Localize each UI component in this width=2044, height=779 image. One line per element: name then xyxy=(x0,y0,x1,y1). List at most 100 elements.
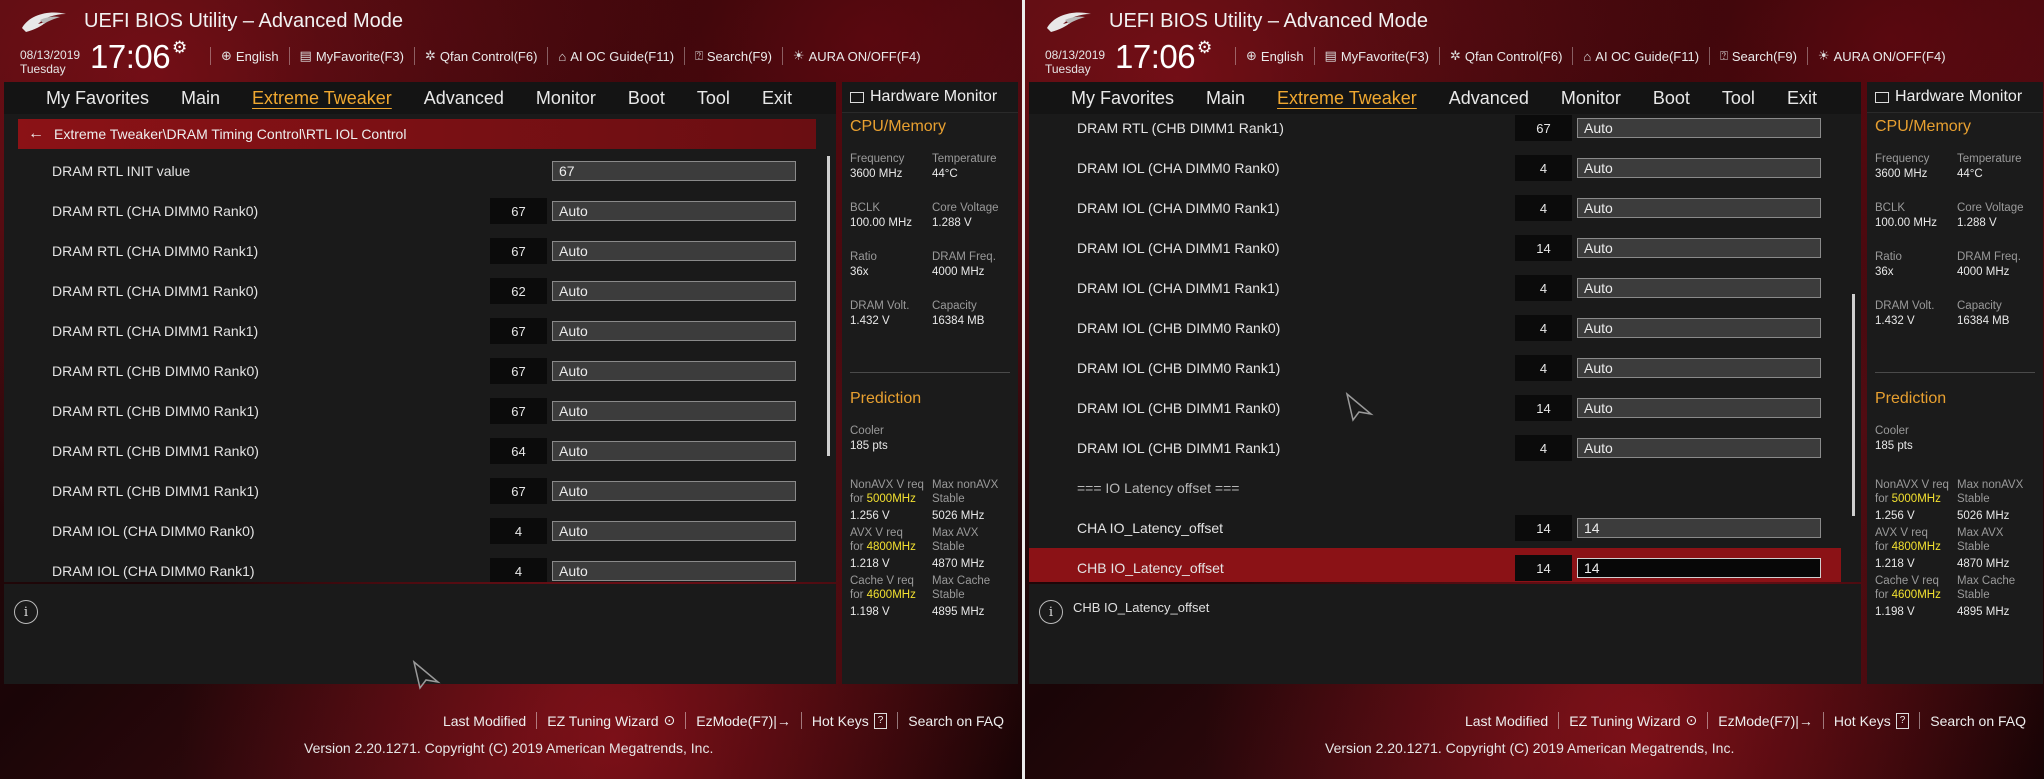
current-value: 67 xyxy=(490,198,547,224)
tab-extreme-tweaker[interactable]: Extreme Tweaker xyxy=(236,88,408,109)
prediction-label: NonAVX V req xyxy=(1875,479,1949,491)
ez-tuning-wizard-button[interactable]: EZ Tuning Wizard ⊙ xyxy=(536,712,685,729)
current-value: 14 xyxy=(1515,555,1572,581)
gear-icon[interactable]: ⚙ xyxy=(1197,38,1212,58)
ezmode-button[interactable]: EzMode(F7)|→ xyxy=(685,712,801,729)
qfan-button[interactable]: ✲ Qfan Control(F6) xyxy=(413,47,547,65)
setting-row[interactable]: DRAM IOL (CHA DIMM1 Rank0) 14 Auto xyxy=(1029,228,1841,268)
myfavorite-button[interactable]: ▤ MyFavorite(F3) xyxy=(288,47,414,65)
scrollbar[interactable] xyxy=(1852,294,1855,516)
tab-my-favorites[interactable]: My Favorites xyxy=(1029,88,1190,109)
reading-value: 4000 MHz xyxy=(932,266,985,278)
header: UEFI BIOS Utility – Advanced Mode 08/13/… xyxy=(1025,0,2044,80)
setting-value-field[interactable]: Auto xyxy=(1577,238,1821,258)
scrollbar[interactable] xyxy=(827,156,830,456)
setting-row[interactable]: DRAM RTL (CHB DIMM1 Rank0) 64 Auto xyxy=(4,431,816,471)
myfavorite-button[interactable]: ▤ MyFavorite(F3) xyxy=(1313,47,1439,65)
tab-my-favorites[interactable]: My Favorites xyxy=(4,88,165,109)
setting-row[interactable]: DRAM RTL (CHA DIMM1 Rank0) 62 Auto xyxy=(4,271,816,311)
prediction-for-label: for xyxy=(850,589,864,601)
setting-value-field[interactable]: Auto xyxy=(552,441,796,461)
gear-icon[interactable]: ⚙ xyxy=(172,38,187,58)
setting-row[interactable]: DRAM IOL (CHA DIMM0 Rank0) 4 Auto xyxy=(1029,148,1841,188)
setting-value-field[interactable]: Auto xyxy=(1577,438,1821,458)
ez-tuning-wizard-button[interactable]: EZ Tuning Wizard ⊙ xyxy=(1558,712,1707,729)
setting-value-field[interactable]: Auto xyxy=(552,241,796,261)
breadcrumb[interactable]: ← Extreme Tweaker\DRAM Timing Control\RT… xyxy=(18,119,816,149)
hot-keys-button[interactable]: Hot Keys? xyxy=(1822,712,1919,729)
setting-value-field[interactable]: Auto xyxy=(552,321,796,341)
search-faq-button[interactable]: Search on FAQ xyxy=(1919,712,2036,729)
setting-row[interactable]: DRAM RTL (CHA DIMM0 Rank0) 67 Auto xyxy=(4,191,816,231)
setting-row[interactable]: DRAM RTL (CHA DIMM1 Rank1) 67 Auto xyxy=(4,311,816,351)
setting-value-field[interactable]: Auto xyxy=(1577,318,1821,338)
tab-boot[interactable]: Boot xyxy=(1637,88,1706,109)
setting-value-field[interactable]: 67 xyxy=(552,161,796,181)
tab-tool[interactable]: Tool xyxy=(1706,88,1771,109)
ai-oc-guide-button[interactable]: ⌂ AI OC Guide(F11) xyxy=(1572,47,1709,65)
setting-row[interactable]: DRAM IOL (CHA DIMM0 Rank0) 4 Auto xyxy=(4,511,816,551)
current-value: 14 xyxy=(1515,235,1572,261)
setting-value-field[interactable]: Auto xyxy=(552,361,796,381)
tab-advanced[interactable]: Advanced xyxy=(408,88,520,109)
tab-extreme-tweaker[interactable]: Extreme Tweaker xyxy=(1261,88,1433,109)
search-button[interactable]: ⍰ Search(F9) xyxy=(684,47,782,65)
last-modified-button[interactable]: Last Modified xyxy=(433,712,536,729)
setting-value-field[interactable]: Auto xyxy=(552,481,796,501)
setting-value-field[interactable]: Auto xyxy=(1577,198,1821,218)
tab-monitor[interactable]: Monitor xyxy=(520,88,612,109)
reading-label: BCLK xyxy=(850,202,881,214)
language-button[interactable]: ⊕ English xyxy=(210,47,289,65)
language-button[interactable]: ⊕ English xyxy=(1235,47,1314,65)
setting-row[interactable]: DRAM RTL (CHB DIMM0 Rank1) 67 Auto xyxy=(4,391,816,431)
hot-keys-button[interactable]: Hot Keys? xyxy=(800,712,897,729)
setting-value-field[interactable]: Auto xyxy=(552,561,796,581)
setting-row[interactable]: DRAM IOL (CHB DIMM1 Rank0) 14 Auto xyxy=(1029,388,1841,428)
tab-exit[interactable]: Exit xyxy=(1771,88,1833,109)
max-stable-label: Max AVX xyxy=(1957,527,2004,539)
setting-row[interactable]: CHB IO_Latency_offset 14 14 xyxy=(1029,548,1841,582)
tab-tool[interactable]: Tool xyxy=(681,88,746,109)
setting-row[interactable]: DRAM RTL (CHB DIMM1 Rank1) 67 Auto xyxy=(1029,114,1841,148)
setting-row[interactable]: DRAM IOL (CHA DIMM1 Rank1) 4 Auto xyxy=(1029,268,1841,308)
last-modified-button[interactable]: Last Modified xyxy=(1455,712,1558,729)
setting-row[interactable]: DRAM RTL (CHA DIMM0 Rank1) 67 Auto xyxy=(4,231,816,271)
setting-row[interactable]: DRAM IOL (CHA DIMM0 Rank1) 4 Auto xyxy=(4,551,816,582)
ezmode-button[interactable]: EzMode(F7)|→ xyxy=(1707,712,1823,729)
setting-value-field[interactable]: Auto xyxy=(552,521,796,541)
setting-row[interactable]: DRAM IOL (CHB DIMM0 Rank0) 4 Auto xyxy=(1029,308,1841,348)
ai-oc-guide-button[interactable]: ⌂ AI OC Guide(F11) xyxy=(547,47,684,65)
setting-value-field[interactable]: Auto xyxy=(552,281,796,301)
setting-value-field[interactable]: 14 xyxy=(1577,558,1821,578)
search-button[interactable]: ⍰ Search(F9) xyxy=(1709,47,1807,65)
tab-advanced[interactable]: Advanced xyxy=(1433,88,1545,109)
tab-monitor[interactable]: Monitor xyxy=(1545,88,1637,109)
prediction-value: 1.218 V xyxy=(850,558,890,570)
setting-value-field[interactable]: Auto xyxy=(1577,118,1821,138)
aura-button[interactable]: ☀ AURA ON/OFF(F4) xyxy=(1806,47,1956,65)
setting-row[interactable]: DRAM IOL (CHB DIMM1 Rank1) 4 Auto xyxy=(1029,428,1841,468)
setting-value-field[interactable]: Auto xyxy=(1577,158,1821,178)
setting-value-field[interactable]: Auto xyxy=(552,201,796,221)
aura-button[interactable]: ☀ AURA ON/OFF(F4) xyxy=(781,47,931,65)
date-display: 08/13/2019 Tuesday xyxy=(20,48,80,76)
tab-main[interactable]: Main xyxy=(1190,88,1261,109)
search-faq-button[interactable]: Search on FAQ xyxy=(897,712,1014,729)
back-arrow-icon[interactable]: ← xyxy=(18,125,54,143)
tab-boot[interactable]: Boot xyxy=(612,88,681,109)
setting-value-field[interactable]: Auto xyxy=(1577,398,1821,418)
qfan-button[interactable]: ✲ Qfan Control(F6) xyxy=(1438,47,1572,65)
reading-value: 1.288 V xyxy=(932,217,972,229)
tab-main[interactable]: Main xyxy=(165,88,236,109)
setting-row[interactable]: DRAM RTL (CHB DIMM1 Rank1) 67 Auto xyxy=(4,471,816,511)
setting-value-field[interactable]: Auto xyxy=(552,401,796,421)
setting-row[interactable]: DRAM IOL (CHA DIMM0 Rank1) 4 Auto xyxy=(1029,188,1841,228)
setting-value-field[interactable]: Auto xyxy=(1577,358,1821,378)
tab-exit[interactable]: Exit xyxy=(746,88,808,109)
setting-row[interactable]: DRAM IOL (CHB DIMM0 Rank1) 4 Auto xyxy=(1029,348,1841,388)
setting-value-field[interactable]: 14 xyxy=(1577,518,1821,538)
setting-row[interactable]: DRAM RTL INIT value 67 xyxy=(4,151,816,191)
setting-value-field[interactable]: Auto xyxy=(1577,278,1821,298)
setting-row[interactable]: CHA IO_Latency_offset 14 14 xyxy=(1029,508,1841,548)
setting-row[interactable]: DRAM RTL (CHB DIMM0 Rank0) 67 Auto xyxy=(4,351,816,391)
